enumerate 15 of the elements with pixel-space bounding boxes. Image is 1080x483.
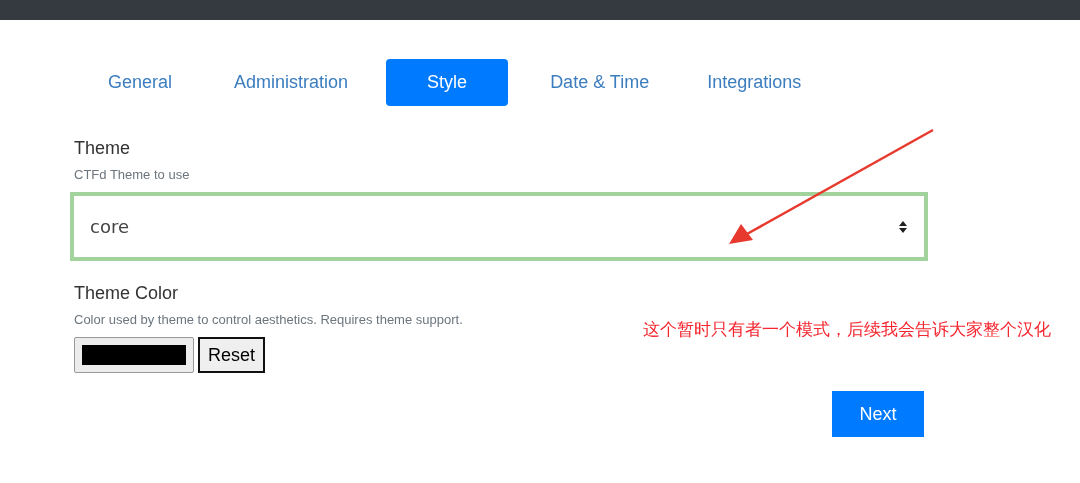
next-button[interactable]: Next: [832, 391, 924, 437]
field-label: Theme: [74, 138, 132, 159]
color-picker[interactable]: [74, 337, 194, 373]
sort-caret-icon: [898, 219, 908, 234]
tab[interactable]: Administration: [214, 59, 369, 106]
tab[interactable]: General: [88, 59, 193, 106]
tab[interactable]: Integrations: [687, 59, 822, 106]
tab[interactable]: Date & Time: [530, 59, 670, 106]
field-label: Theme Color: [74, 283, 180, 304]
annotation-text: 这个暂时只有者一个模式，后续我会告诉大家整个汉化: [643, 318, 1052, 341]
help-text: Color used by theme to control aesthetics. Requires theme support.: [74, 312, 464, 327]
theme-select[interactable]: core: [70, 192, 928, 261]
tab[interactable]: Style: [386, 59, 509, 106]
reset-button[interactable]: Reset: [198, 337, 266, 373]
help-text: CTFd Theme to use: [74, 167, 191, 182]
